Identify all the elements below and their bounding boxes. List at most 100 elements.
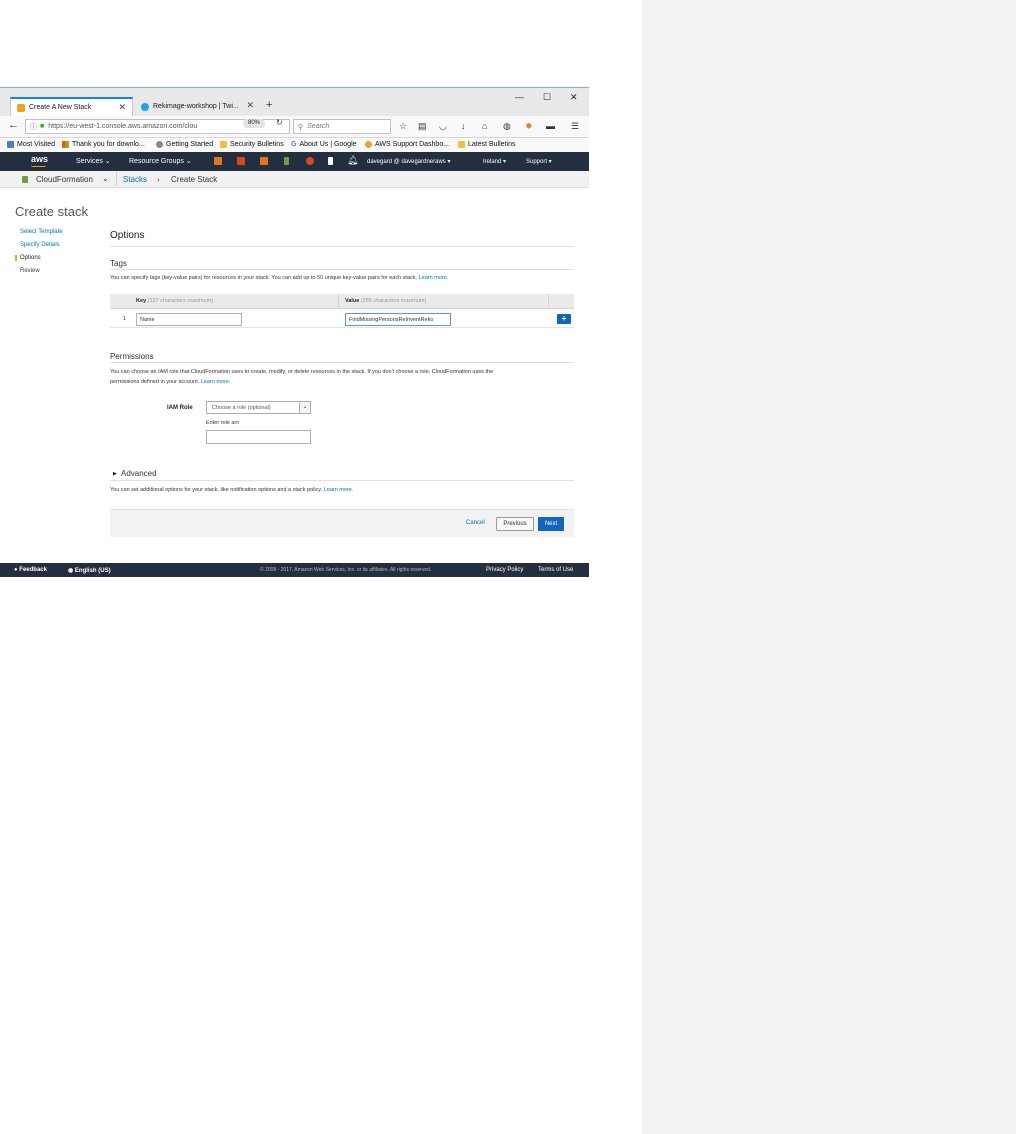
lock-icon: ■ — [40, 123, 45, 130]
support-menu[interactable]: Support ▾ — [526, 158, 552, 165]
search-input[interactable]: ⚲ Search — [293, 119, 391, 134]
back-arrow-icon[interactable]: ← — [8, 119, 19, 131]
sidebar-icon[interactable]: ▬ — [546, 121, 555, 131]
tab-create-stack[interactable]: Create A New Stack ✕ — [10, 97, 133, 116]
tab-label: Rekimage-workshop | Twi... — [153, 103, 239, 110]
rss-icon — [458, 141, 465, 148]
column-divider — [338, 294, 339, 309]
minimize-icon[interactable]: — — [515, 92, 524, 102]
folder-icon — [7, 141, 14, 148]
tab-bar: Create A New Stack ✕ Rekimage-workshop |… — [0, 88, 589, 116]
rss-icon — [220, 141, 227, 148]
aws-support-icon — [365, 141, 372, 148]
close-tab-icon[interactable]: ✕ — [246, 100, 254, 111]
column-divider — [548, 294, 549, 309]
step-options: Options — [15, 255, 41, 261]
divider — [110, 480, 574, 481]
key-column-header: Key (127 characters maximum) — [136, 298, 214, 304]
extension-icon[interactable]: ◍ — [503, 121, 511, 132]
permissions-learn-more-link[interactable]: Learn more. — [201, 379, 231, 385]
close-window-icon[interactable]: ✕ — [570, 92, 578, 103]
advanced-description: You can set additional options for your … — [110, 487, 354, 493]
aws-console-nav: aws Services ⌄ Resource Groups ⌄ 🔔︎ dave… — [0, 152, 589, 171]
home-icon[interactable]: ⌂ — [482, 121, 487, 131]
bookmark-latest-bulletins[interactable]: Latest Bulletins — [458, 141, 515, 148]
add-tag-button[interactable]: + — [557, 314, 571, 324]
speech-bubble-icon: ● — [14, 567, 18, 573]
permissions-description: You can choose an IAM role that CloudFor… — [110, 369, 494, 385]
breadcrumb-separator: › — [157, 175, 160, 184]
bookmark-thank-you[interactable]: Thank you for downlo... — [62, 141, 145, 148]
tab-twitter[interactable]: Rekimage-workshop | Twi... ✕ — [136, 97, 260, 116]
resource-groups-menu[interactable]: Resource Groups ⌄ — [129, 157, 192, 165]
reading-list-icon[interactable]: ▤ — [418, 121, 427, 132]
aws-smile-icon — [31, 165, 46, 167]
tags-learn-more-link[interactable]: Learn more. — [419, 275, 449, 281]
pocket-icon[interactable]: ◡ — [439, 121, 447, 132]
role-arn-input[interactable] — [206, 430, 311, 444]
service-shortcut-icon[interactable] — [306, 157, 314, 165]
breadcrumb-current: Create Stack — [171, 175, 218, 184]
reload-icon[interactable]: ↻ — [276, 118, 283, 127]
globe-icon: ◉ — [68, 568, 74, 574]
service-switcher[interactable]: CloudFormation — [36, 175, 93, 184]
bell-icon[interactable]: 🔔︎ — [347, 155, 358, 166]
step-select-template[interactable]: Select Template — [15, 229, 63, 235]
bookmark-security-bulletins[interactable]: Security Bulletins — [220, 141, 284, 148]
extension-icon[interactable]: ✸ — [525, 121, 533, 132]
service-shortcut-icon[interactable] — [214, 157, 222, 165]
privacy-policy-link[interactable]: Privacy Policy — [486, 567, 523, 573]
services-menu[interactable]: Services ⌄ — [76, 157, 111, 165]
navigation-toolbar: ← ⓘ ■ https://eu-west-1.console.aws.amaz… — [0, 116, 589, 138]
language-selector[interactable]: ◉ English (US) — [68, 567, 111, 574]
step-specify-details[interactable]: Specify Details — [15, 242, 60, 248]
previous-button[interactable]: Previous — [496, 517, 534, 531]
chevron-down-icon: ⌄ — [299, 402, 310, 413]
advanced-learn-more-link[interactable]: Learn more. — [324, 487, 354, 493]
info-icon[interactable]: ⓘ — [30, 122, 37, 132]
service-shortcut-icon[interactable] — [237, 157, 245, 165]
service-shortcut-icon[interactable] — [260, 157, 268, 165]
close-tab-icon[interactable]: ✕ — [118, 102, 126, 113]
download-icon[interactable]: ↓ — [461, 121, 466, 131]
cloudformation-icon — [22, 176, 28, 183]
feedback-link[interactable]: ● Feedback — [14, 567, 47, 573]
cancel-button[interactable]: Cancel — [466, 520, 485, 526]
caret-right-icon[interactable]: ▶ — [113, 471, 117, 477]
cube-icon — [17, 103, 25, 112]
page: Create A New Stack ✕ Rekimage-workshop |… — [0, 0, 1016, 1134]
value-column-header: Value (255 characters maximum) — [345, 298, 427, 304]
tag-value-input[interactable] — [345, 313, 451, 326]
new-tab-icon[interactable]: + — [266, 99, 272, 111]
page-title: Create stack — [15, 204, 88, 219]
next-button[interactable]: Next — [538, 517, 564, 531]
bookmark-aws-support[interactable]: AWS Support Dashbo... — [365, 141, 449, 148]
bookmarks-bar: Most Visited Thank you for downlo... Get… — [0, 139, 589, 152]
bookmark-most-visited[interactable]: Most Visited — [7, 141, 55, 148]
bookmark-star-icon[interactable]: ☆ — [399, 121, 407, 132]
advanced-toggle[interactable]: Advanced — [121, 469, 157, 478]
breadcrumb-stacks-link[interactable]: Stacks — [123, 175, 147, 184]
divider — [116, 172, 117, 186]
iam-role-select[interactable]: Choose a role (optional) ⌄ — [206, 401, 311, 414]
firefox-icon — [156, 141, 163, 148]
bookmark-getting-started[interactable]: Getting Started — [156, 141, 213, 148]
copyright-text: © 2008 - 2017, Amazon Web Services, Inc.… — [260, 567, 432, 573]
chevron-down-icon[interactable]: ⌄ — [102, 174, 109, 183]
zoom-level[interactable]: 80% — [243, 119, 265, 128]
region-menu[interactable]: Ireland ▾ — [483, 158, 506, 165]
twitter-icon — [141, 102, 149, 111]
service-shortcut-icon[interactable] — [284, 157, 289, 165]
tag-key-input[interactable] — [136, 313, 242, 326]
bookmark-about-google[interactable]: G About Us | Google — [291, 141, 357, 148]
search-placeholder: Search — [307, 123, 330, 130]
pin-icon[interactable] — [328, 157, 333, 165]
menu-icon[interactable]: ☰ — [571, 121, 579, 132]
console-footer: ● Feedback ◉ English (US) © 2008 - 2017,… — [0, 563, 589, 577]
terms-of-use-link[interactable]: Terms of Use — [538, 567, 573, 573]
maximize-icon[interactable]: ☐ — [543, 92, 551, 103]
permissions-heading: Permissions — [110, 352, 154, 361]
account-menu[interactable]: davegard @ davegardneraws ▾ — [367, 158, 451, 165]
section-heading-options: Options — [110, 230, 145, 241]
aws-logo[interactable]: aws — [31, 154, 48, 164]
